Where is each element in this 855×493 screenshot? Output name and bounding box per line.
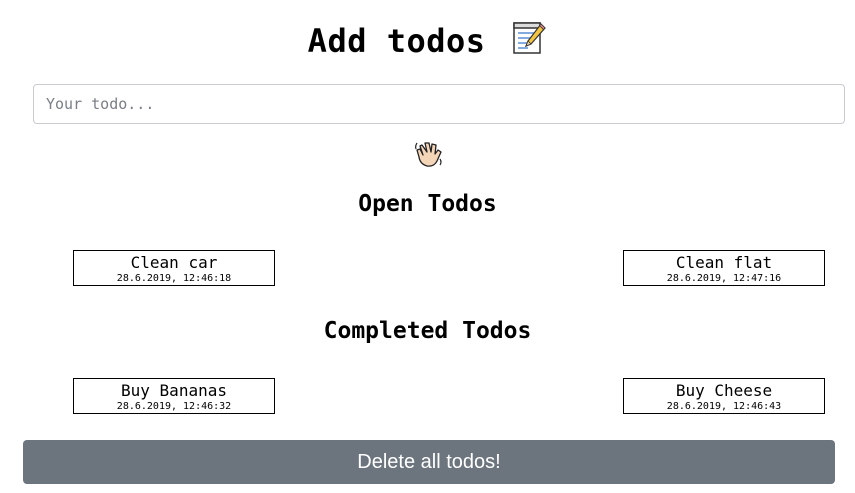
completed-todo-item[interactable]: Buy Cheese 28.6.2019, 12:46:43 [623, 378, 825, 414]
todo-timestamp: 28.6.2019, 12:46:32 [116, 401, 232, 412]
todo-timestamp: 28.6.2019, 12:47:16 [666, 273, 782, 284]
todo-text: Clean car [130, 253, 218, 272]
todo-text: Buy Cheese [675, 381, 773, 400]
completed-todos-heading: Completed Todos [323, 318, 532, 344]
todo-timestamp: 28.6.2019, 12:46:18 [116, 273, 232, 284]
waving-hand-icon [414, 139, 444, 169]
todo-app: Add todos Open Todos Clean car 28.6 [0, 0, 855, 493]
todo-text: Clean flat [675, 253, 773, 272]
page-title-text: Add todos [307, 22, 486, 60]
todo-timestamp: 28.6.2019, 12:46:43 [666, 401, 782, 412]
todo-text: Buy Bananas [121, 381, 227, 400]
completed-todo-item[interactable]: Buy Bananas 28.6.2019, 12:46:32 [73, 378, 275, 414]
open-todos-heading: Open Todos [358, 191, 497, 217]
memo-icon [511, 20, 547, 66]
page-title: Add todos [0, 20, 855, 66]
open-todo-item[interactable]: Clean flat 28.6.2019, 12:47:16 [623, 250, 825, 286]
delete-all-button[interactable]: Delete all todos! [23, 440, 835, 484]
open-todo-item[interactable]: Clean car 28.6.2019, 12:46:18 [73, 250, 275, 286]
todo-input[interactable] [33, 84, 845, 124]
